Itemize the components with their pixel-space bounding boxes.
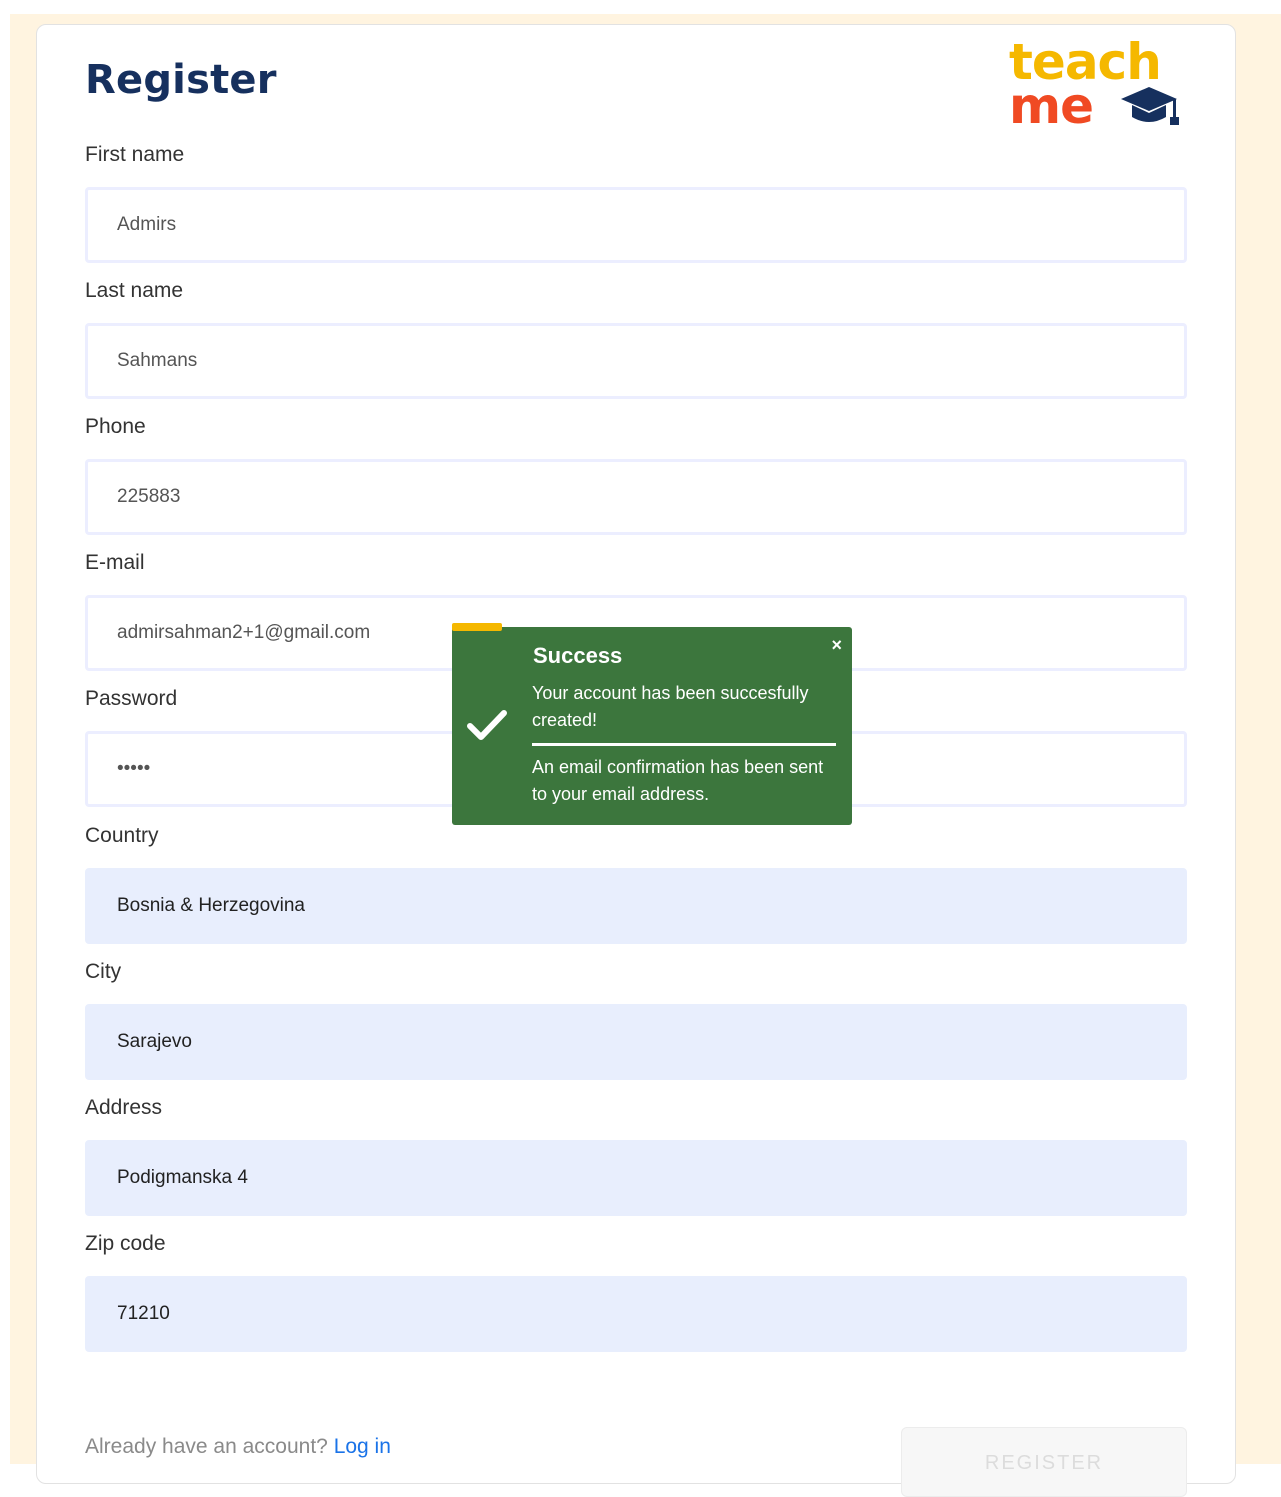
logo-me-text: me — [1009, 77, 1094, 135]
toast-progress-bar — [452, 623, 502, 631]
address-label: Address — [85, 1096, 163, 1119]
phone-label: Phone — [85, 415, 146, 438]
login-prompt: Already have an account? Log in — [85, 1435, 391, 1459]
city-label: City — [85, 960, 122, 983]
password-label: Password — [85, 687, 178, 710]
city-input[interactable]: Sarajevo — [85, 1004, 1187, 1080]
country-input[interactable]: Bosnia & Herzegovina — [85, 868, 1187, 944]
page-title: Register — [85, 57, 277, 103]
teachme-logo: teach me — [1009, 37, 1189, 137]
email-label: E-mail — [85, 551, 145, 574]
zip-code-label: Zip code — [85, 1232, 166, 1255]
toast-title: Success — [533, 643, 623, 668]
last-name-label: Last name — [85, 279, 184, 302]
top-strip — [0, 0, 1281, 14]
login-link[interactable]: Log in — [334, 1435, 391, 1458]
toast-divider — [532, 743, 836, 746]
first-name-label: First name — [85, 143, 185, 166]
toast-message-primary: Your account has been succesfully create… — [532, 683, 809, 730]
login-prompt-text: Already have an account? — [85, 1435, 328, 1458]
register-button[interactable]: REGISTER — [901, 1427, 1187, 1497]
last-name-input[interactable]: Sahmans — [85, 323, 1187, 399]
address-input[interactable]: Podigmanska 4 — [85, 1140, 1187, 1216]
first-name-input[interactable]: Admirs — [85, 187, 1187, 263]
zip-code-input[interactable]: 71210 — [85, 1276, 1187, 1352]
graduation-cap-icon — [1121, 87, 1179, 125]
phone-input[interactable]: 225883 — [85, 459, 1187, 535]
close-icon[interactable]: × — [831, 635, 842, 656]
checkmark-icon — [467, 710, 507, 740]
success-toast: × Success Your account has been succesfu… — [452, 623, 852, 825]
toast-message-secondary: An email confirmation has been sent to y… — [532, 757, 824, 804]
country-label: Country — [85, 824, 159, 847]
